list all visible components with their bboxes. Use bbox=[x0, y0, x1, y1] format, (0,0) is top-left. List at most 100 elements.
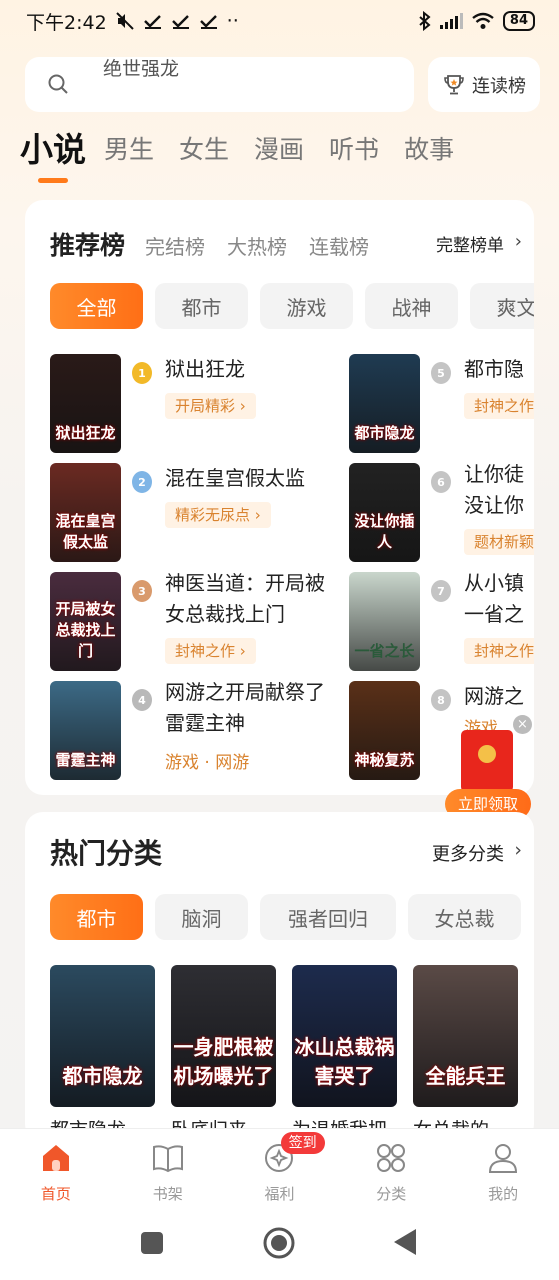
chip-brain-hole[interactable]: 脑洞 bbox=[155, 894, 248, 940]
book-tag: 封神之作 › bbox=[165, 638, 256, 664]
nav-welfare[interactable]: 签到 福利 bbox=[224, 1129, 336, 1208]
book-cover: 混在皇宫假太监 bbox=[50, 463, 121, 562]
chip-city[interactable]: 都市 bbox=[155, 283, 248, 329]
chip-war-god[interactable]: 战神 bbox=[365, 283, 458, 329]
ranking-item[interactable]: 都市隐龙 5 都市隐 封神之作 bbox=[349, 354, 534, 454]
ranking-item[interactable]: 一省之长 7 从小镇一省之 封神之作 bbox=[349, 571, 534, 672]
cover-title: 开局被女总裁找上门 bbox=[55, 600, 116, 660]
cover-title: 都市隐龙 bbox=[354, 424, 415, 442]
chip-city[interactable]: 都市 bbox=[50, 894, 143, 940]
nav-home[interactable]: 首页 bbox=[0, 1129, 112, 1208]
tab-hot-rank[interactable]: 大热榜 bbox=[227, 231, 287, 260]
nav-label: 我的 bbox=[488, 1185, 519, 1203]
chip-female-ceo[interactable]: 女总裁 bbox=[408, 894, 521, 940]
nav-profile[interactable]: 我的 bbox=[447, 1129, 559, 1208]
genre-chip-row: 全部 都市 游戏 战神 爽文 bbox=[50, 283, 534, 329]
search-icon bbox=[48, 74, 68, 94]
user-icon bbox=[489, 1144, 518, 1173]
ranking-item[interactable]: 没让你插人 6 让你徒没让你 题材新颖 bbox=[349, 462, 534, 563]
chip-game[interactable]: 游戏 bbox=[260, 283, 353, 329]
book-cover: 狱出狂龙 bbox=[50, 354, 121, 453]
cover-title: 神秘复苏 bbox=[354, 751, 415, 769]
lianbang-label: 连读榜 bbox=[472, 75, 526, 97]
book-tag: 题材新颖 bbox=[464, 529, 534, 555]
status-time: 下午2:42 bbox=[26, 11, 107, 34]
cover-title: 狱出狂龙 bbox=[55, 424, 116, 442]
book-tag: 封神之作 bbox=[464, 638, 534, 664]
rank-medal-icon: 1 bbox=[132, 362, 152, 384]
book-icon bbox=[152, 1145, 183, 1173]
rank-medal-icon: 6 bbox=[431, 471, 451, 493]
chip-all[interactable]: 全部 bbox=[50, 283, 143, 329]
book-cover: 都市隐龙 bbox=[50, 965, 155, 1107]
cover-title: 混在皇宫假太监 bbox=[55, 512, 116, 551]
recent-apps-icon[interactable] bbox=[141, 1232, 163, 1254]
chevron-right-icon: › bbox=[514, 231, 522, 252]
rank-medal-icon: 2 bbox=[132, 471, 152, 493]
chip-cool[interactable]: 爽文 bbox=[470, 283, 534, 329]
book-cover: 全能兵王 bbox=[413, 965, 518, 1107]
book-title: 神医当道：开局被女总裁找上门 bbox=[165, 571, 325, 626]
status-more-dots: ·· bbox=[226, 10, 239, 32]
nav-label: 首页 bbox=[40, 1185, 71, 1203]
nav-label: 福利 bbox=[264, 1185, 295, 1203]
chip-strong-return[interactable]: 强者回归 bbox=[260, 894, 396, 940]
nav-bookshelf[interactable]: 书架 bbox=[112, 1129, 224, 1208]
ranking-item[interactable]: 开局被女总裁找上门 3 神医当道：开局被女总裁找上门 封神之作 › bbox=[50, 571, 325, 672]
tab-finished-rank[interactable]: 完结榜 bbox=[145, 231, 205, 260]
book-title: 网游之 bbox=[464, 684, 524, 708]
tab-male[interactable]: 男生 bbox=[104, 130, 154, 170]
book-cover: 雷霆主神 bbox=[50, 681, 121, 780]
back-icon[interactable] bbox=[394, 1229, 418, 1255]
lianbang-button[interactable]: 连读榜 bbox=[428, 57, 540, 112]
book-card[interactable]: 冰山总裁祸害哭了 为退婚我把 bbox=[292, 965, 397, 1142]
cover-title: 一省之长 bbox=[354, 642, 415, 660]
book-cover: 都市隐龙 bbox=[349, 354, 420, 453]
book-cover: 没让你插人 bbox=[349, 463, 420, 562]
book-card[interactable]: 都市隐龙 都市隐龙 bbox=[50, 965, 155, 1142]
bottom-navigation: 首页 书架 签到 福利 分类 我的 bbox=[0, 1128, 559, 1208]
book-tag: 游戏 · 网游 bbox=[165, 753, 250, 773]
more-categories-link[interactable]: 更多分类 bbox=[432, 840, 504, 866]
active-tab-indicator bbox=[38, 178, 68, 183]
tab-female[interactable]: 女生 bbox=[179, 130, 229, 170]
full-list-link[interactable]: 完整榜单 bbox=[436, 231, 504, 256]
cover-title: 冰山总裁祸害哭了 bbox=[294, 1035, 395, 1088]
search-input[interactable]: 绝世强龙 剑帝 bbox=[25, 57, 414, 112]
check-icon bbox=[143, 15, 161, 29]
tab-audiobook[interactable]: 听书 bbox=[329, 130, 379, 170]
nav-category[interactable]: 分类 bbox=[335, 1129, 447, 1208]
status-bar: 下午2:42 ·· 84 bbox=[0, 0, 559, 42]
battery-indicator: 84 bbox=[502, 11, 535, 31]
trophy-icon bbox=[444, 74, 464, 94]
book-cover: 开局被女总裁找上门 bbox=[50, 572, 121, 671]
category-tabs: 小说 男生 女生 漫画 听书 故事 bbox=[20, 130, 479, 170]
tab-serial-rank[interactable]: 连载榜 bbox=[309, 231, 369, 260]
red-packet-widget[interactable]: × 立即领取 bbox=[445, 715, 535, 821]
book-title: 网游之开局献祭了雷霆主神 bbox=[165, 680, 325, 735]
ranking-item[interactable]: 雷霆主神 4 网游之开局献祭了雷霆主神 游戏 · 网游 bbox=[50, 680, 325, 781]
sign-in-badge[interactable]: 签到 bbox=[280, 1132, 325, 1154]
system-navigation-bar bbox=[0, 1208, 559, 1280]
tab-novel[interactable]: 小说 bbox=[20, 130, 86, 170]
cover-title: 没让你插人 bbox=[354, 512, 415, 551]
book-title: 从小镇一省之 bbox=[464, 571, 524, 626]
home-button-icon[interactable] bbox=[263, 1227, 295, 1259]
book-card[interactable]: 一身肥根被机场曝光了 卧底归来 bbox=[171, 965, 276, 1142]
tab-comic[interactable]: 漫画 bbox=[254, 130, 304, 170]
rank-medal-icon: 7 bbox=[431, 580, 451, 602]
close-icon[interactable]: × bbox=[513, 715, 532, 734]
recommend-ranking-card: 推荐榜 完结榜 大热榜 连载榜 完整榜单 › 全部 都市 游戏 战神 爽文 狱出… bbox=[25, 200, 534, 795]
book-title: 让你徒没让你 bbox=[464, 462, 524, 517]
book-tag: 封神之作 bbox=[464, 393, 534, 419]
tab-story[interactable]: 故事 bbox=[404, 130, 454, 170]
check-icon bbox=[199, 15, 217, 29]
tab-recommend-rank[interactable]: 推荐榜 bbox=[50, 226, 125, 262]
cover-title: 雷霆主神 bbox=[55, 751, 116, 769]
ranking-item[interactable]: 混在皇宫假太监 2 混在皇宫假太监 精彩无尿点 › bbox=[50, 463, 305, 563]
ranking-item[interactable]: 狱出狂龙 1 狱出狂龙 开局精彩 › bbox=[50, 354, 280, 454]
rank-medal-icon: 4 bbox=[132, 689, 152, 711]
book-card[interactable]: 全能兵王 女总裁的 bbox=[413, 965, 518, 1142]
search-placeholder: 绝世强龙 bbox=[103, 58, 180, 80]
cover-title: 一身肥根被机场曝光了 bbox=[173, 1035, 274, 1088]
